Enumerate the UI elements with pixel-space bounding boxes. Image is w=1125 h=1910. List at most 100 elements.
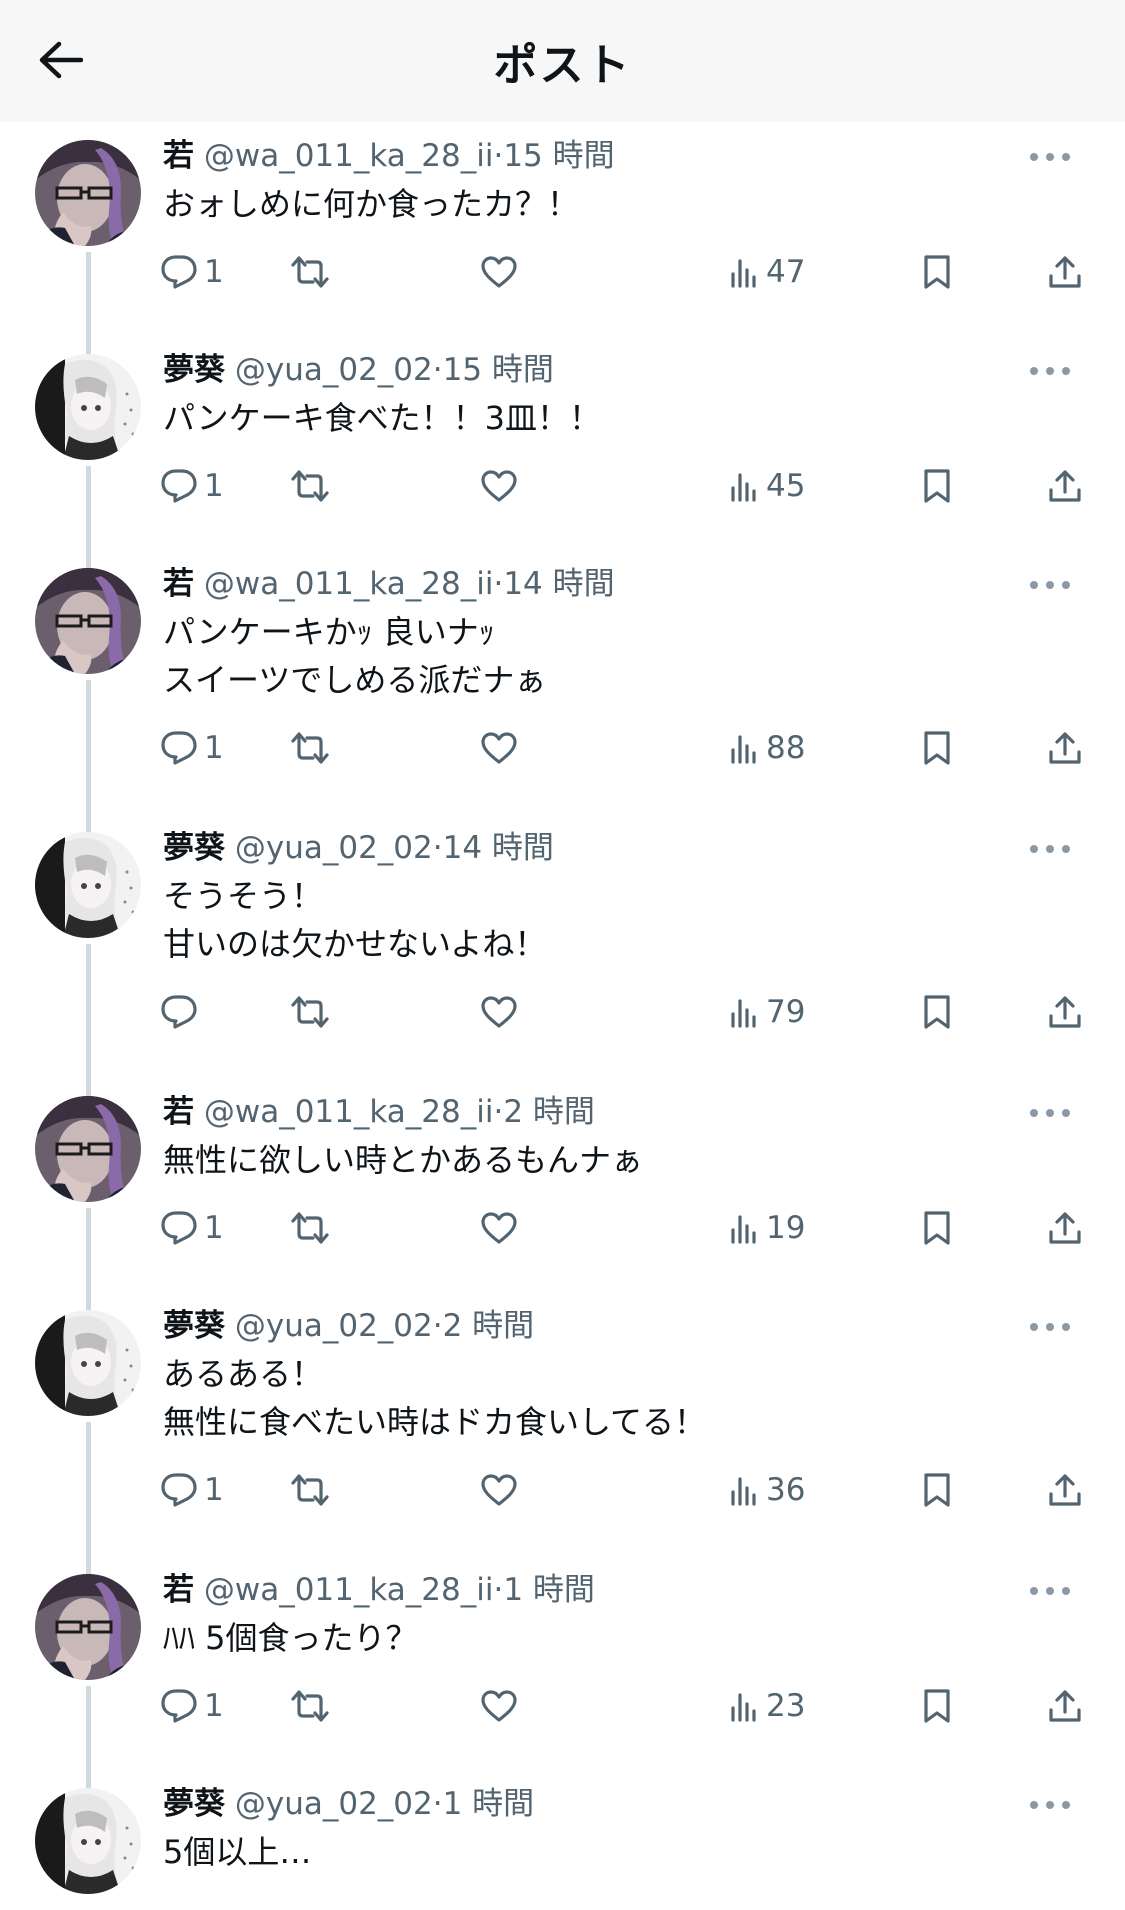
like-button[interactable] xyxy=(480,1460,518,1520)
avatar[interactable] xyxy=(35,140,141,246)
reply-button[interactable]: 1 xyxy=(160,1198,224,1258)
views-button[interactable]: 23 xyxy=(728,1676,805,1736)
views-button[interactable]: 19 xyxy=(728,1198,805,1258)
thread-connector xyxy=(86,680,91,834)
repost-button[interactable] xyxy=(290,1460,330,1520)
bookmark-button[interactable] xyxy=(922,1676,952,1736)
post-time[interactable]: 2 時間 xyxy=(443,1308,535,1344)
display-name[interactable]: 夢葵 xyxy=(163,1786,225,1822)
user-handle[interactable]: @yua_02_02 xyxy=(235,352,433,388)
like-button[interactable] xyxy=(480,1198,518,1258)
user-handle[interactable]: @yua_02_02 xyxy=(235,1786,433,1822)
like-button[interactable] xyxy=(480,456,518,516)
display-name[interactable]: 若 xyxy=(163,138,194,174)
user-handle[interactable]: @yua_02_02 xyxy=(235,830,433,866)
more-button[interactable] xyxy=(1020,1312,1080,1342)
post-actions: 1 36 xyxy=(160,1460,1095,1520)
share-button[interactable] xyxy=(1048,1676,1082,1736)
post-time[interactable]: 14 時間 xyxy=(443,830,554,866)
post-item[interactable]: 若 @wa_011_ka_28_ii·15 時間 おォしめに何か食ったカ？！ 1 47 xyxy=(0,122,1125,356)
post-time[interactable]: 2 時間 xyxy=(503,1094,595,1130)
repost-button[interactable] xyxy=(290,1198,330,1258)
back-button[interactable] xyxy=(30,30,90,90)
post-time[interactable]: 1 時間 xyxy=(503,1572,595,1608)
user-handle[interactable]: @wa_011_ka_28_ii xyxy=(204,138,494,174)
avatar[interactable] xyxy=(35,1574,141,1680)
post-item[interactable]: 夢葵 @yua_02_02·1 時間 5個以上… xyxy=(0,1770,1125,1910)
display-name[interactable]: 若 xyxy=(163,1094,194,1130)
reply-button[interactable]: 1 xyxy=(160,1460,224,1520)
display-name[interactable]: 夢葵 xyxy=(163,830,225,866)
reply-button[interactable]: 1 xyxy=(160,718,224,778)
repost-icon xyxy=(290,731,330,765)
share-button[interactable] xyxy=(1048,982,1082,1042)
share-button[interactable] xyxy=(1048,718,1082,778)
post-text: あるある！ 無性に食べたい時はドカ食いしてる！ xyxy=(163,1350,1063,1446)
like-button[interactable] xyxy=(480,242,518,302)
post-item[interactable]: 若 @wa_011_ka_28_ii·2 時間 無性に欲しい時とかあるもんナぁ 1 1… xyxy=(0,1078,1125,1312)
bookmark-button[interactable] xyxy=(922,982,952,1042)
more-button[interactable] xyxy=(1020,570,1080,600)
bookmark-button[interactable] xyxy=(922,456,952,516)
post-time[interactable]: 1 時間 xyxy=(443,1786,535,1822)
bookmark-button[interactable] xyxy=(922,1460,952,1520)
post-text-line: 無性に欲しい時とかあるもんナぁ xyxy=(163,1141,644,1179)
heart-icon xyxy=(480,731,518,765)
share-button[interactable] xyxy=(1048,1198,1082,1258)
reply-button[interactable] xyxy=(160,982,204,1042)
like-button[interactable] xyxy=(480,1676,518,1736)
like-button[interactable] xyxy=(480,718,518,778)
post-actions: 1 45 xyxy=(160,456,1095,516)
reply-button[interactable]: 1 xyxy=(160,242,224,302)
post-time[interactable]: 14 時間 xyxy=(503,566,614,602)
more-button[interactable] xyxy=(1020,834,1080,864)
display-name[interactable]: 若 xyxy=(163,1572,194,1608)
views-button[interactable]: 79 xyxy=(728,982,805,1042)
bookmark-button[interactable] xyxy=(922,1198,952,1258)
user-handle[interactable]: @wa_011_ka_28_ii xyxy=(204,566,494,602)
share-icon xyxy=(1048,1688,1082,1724)
user-handle[interactable]: @wa_011_ka_28_ii xyxy=(204,1572,494,1608)
display-name[interactable]: 夢葵 xyxy=(163,352,225,388)
display-name[interactable]: 夢葵 xyxy=(163,1308,225,1344)
repost-button[interactable] xyxy=(290,982,330,1042)
views-button[interactable]: 45 xyxy=(728,456,805,516)
repost-button[interactable] xyxy=(290,718,330,778)
avatar[interactable] xyxy=(35,1788,141,1894)
post-time[interactable]: 15 時間 xyxy=(443,352,554,388)
avatar[interactable] xyxy=(35,832,141,938)
post-item[interactable]: 夢葵 @yua_02_02·2 時間 あるある！ 無性に食べたい時はドカ食いしてる！… xyxy=(0,1292,1125,1576)
more-button[interactable] xyxy=(1020,1576,1080,1606)
post-item[interactable]: 若 @wa_011_ka_28_ii·14 時間 パンケーキかｯ 良いナｯ スイーツ… xyxy=(0,550,1125,834)
avatar[interactable] xyxy=(35,1096,141,1202)
share-button[interactable] xyxy=(1048,242,1082,302)
post-item[interactable]: 夢葵 @yua_02_02·15 時間 パンケーキ食べた！！3皿！！ 1 45 xyxy=(0,336,1125,570)
like-button[interactable] xyxy=(480,982,518,1042)
repost-button[interactable] xyxy=(290,1676,330,1736)
post-time[interactable]: 15 時間 xyxy=(503,138,614,174)
post-actions: 1 88 xyxy=(160,718,1095,778)
repost-button[interactable] xyxy=(290,456,330,516)
more-button[interactable] xyxy=(1020,142,1080,172)
display-name[interactable]: 若 xyxy=(163,566,194,602)
share-button[interactable] xyxy=(1048,1460,1082,1520)
post-item[interactable]: 若 @wa_011_ka_28_ii·1 時間 ﾊﾊ 5個食ったり？ 1 23 xyxy=(0,1556,1125,1790)
post-item[interactable]: 夢葵 @yua_02_02·14 時間 そうそう！ 甘いのは欠かせないよね！ 79 xyxy=(0,814,1125,1098)
user-handle[interactable]: @yua_02_02 xyxy=(235,1308,433,1344)
avatar[interactable] xyxy=(35,354,141,460)
repost-button[interactable] xyxy=(290,242,330,302)
reply-button[interactable]: 1 xyxy=(160,456,224,516)
more-button[interactable] xyxy=(1020,1790,1080,1820)
more-button[interactable] xyxy=(1020,356,1080,386)
share-button[interactable] xyxy=(1048,456,1082,516)
reply-button[interactable]: 1 xyxy=(160,1676,224,1736)
views-button[interactable]: 88 xyxy=(728,718,805,778)
user-handle[interactable]: @wa_011_ka_28_ii xyxy=(204,1094,494,1130)
views-button[interactable]: 36 xyxy=(728,1460,805,1520)
bookmark-button[interactable] xyxy=(922,242,952,302)
bookmark-button[interactable] xyxy=(922,718,952,778)
more-button[interactable] xyxy=(1020,1098,1080,1128)
views-button[interactable]: 47 xyxy=(728,242,805,302)
avatar[interactable] xyxy=(35,1310,141,1416)
avatar[interactable] xyxy=(35,568,141,674)
